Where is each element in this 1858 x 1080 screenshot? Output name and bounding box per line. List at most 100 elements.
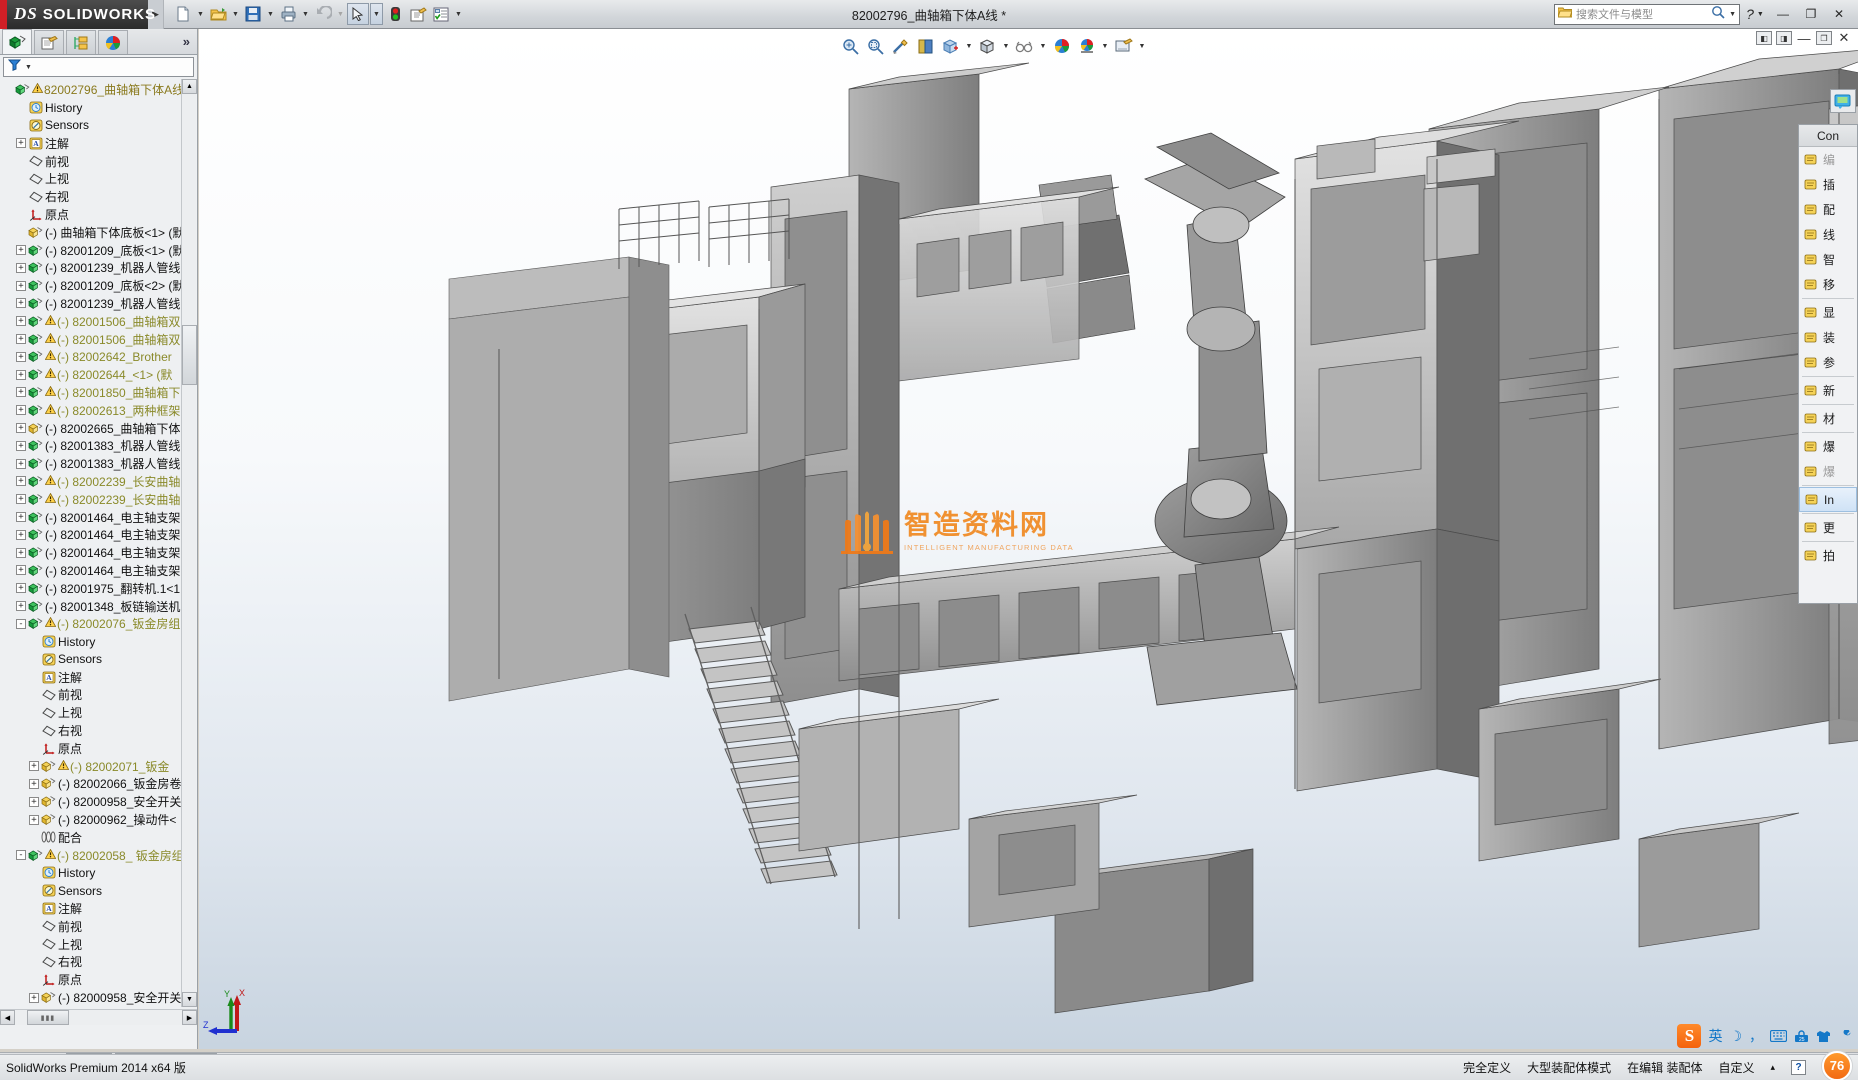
tree-item[interactable]: +(-) 82000958_安全开关 xyxy=(0,989,182,1007)
tree-item[interactable]: +(-) 82000962_操动件< xyxy=(0,1006,182,1007)
tree-scroll-up-button[interactable]: ▲ xyxy=(182,79,197,94)
status-customize[interactable]: 自定义 xyxy=(1718,1059,1754,1076)
tree-collapse-icon[interactable]: - xyxy=(16,850,26,860)
tree-item[interactable]: +(-) 82001209_底板<1> (默 xyxy=(0,241,182,259)
tree-item[interactable]: +A注解 xyxy=(0,134,182,152)
tree-item[interactable]: +(-) 82001383_机器人管线 xyxy=(0,437,182,455)
tree-item[interactable]: +(-) 82001850_曲轴箱下 xyxy=(0,384,182,402)
tree-item[interactable]: 前视 xyxy=(0,917,182,935)
doc-restore-button[interactable]: ❐ xyxy=(1816,31,1832,45)
sidebar-item-property-manager-tab[interactable] xyxy=(34,30,64,54)
tree-expand-icon[interactable]: + xyxy=(16,405,26,415)
context-item-smart-fasteners[interactable]: 智 xyxy=(1799,247,1857,272)
tree-item[interactable]: +(-) 82001464_电主轴支架 xyxy=(0,562,182,580)
tree-expand-icon[interactable]: + xyxy=(29,993,39,1003)
context-item-reference-geometry[interactable]: 参 xyxy=(1799,350,1857,375)
tree-item[interactable]: +(-) 82002665_曲轴箱下体 xyxy=(0,419,182,437)
tree-expand-icon[interactable]: + xyxy=(29,815,39,825)
ime-toolbox-icon[interactable]: 25 xyxy=(1794,1030,1809,1043)
view-orientation-caret[interactable]: ▼ xyxy=(964,35,974,57)
context-item-move-component[interactable]: 移 xyxy=(1799,272,1857,297)
tree-horizontal-scrollbar[interactable]: ◀ ▮▮▮ ▶ xyxy=(0,1009,197,1025)
tree-scroll-thumb[interactable] xyxy=(182,325,197,385)
graphics-area[interactable]: ▼ ▼ ▼ ▼ ▼ ◧ ◨ — ❐ xyxy=(199,29,1858,1049)
context-item-show-hidden[interactable]: 显 xyxy=(1799,300,1857,325)
context-item-assembly-features[interactable]: 装 xyxy=(1799,325,1857,350)
ime-moon-icon[interactable]: ☽ xyxy=(1729,1028,1742,1045)
tree-item[interactable]: 82002796_曲轴箱下体A线 xyxy=(0,81,182,99)
tree-expand-icon[interactable]: + xyxy=(29,761,39,771)
feature-manager-more-button[interactable]: » xyxy=(183,34,197,49)
rebuild-icon[interactable] xyxy=(384,3,406,25)
help-button[interactable]: ? ▼ xyxy=(1742,3,1768,25)
context-panel-list[interactable]: 编插配线智移显装参新材爆爆In更拍 xyxy=(1799,147,1857,568)
tree-item[interactable]: Sensors xyxy=(0,117,182,135)
tree-expand-icon[interactable]: + xyxy=(16,245,26,255)
tree-expand-icon[interactable]: + xyxy=(16,298,26,308)
view-settings-caret[interactable]: ▼ xyxy=(1100,35,1110,57)
zoom-to-fit-icon[interactable] xyxy=(839,35,862,57)
tree-item[interactable]: +(-) 82001239_机器人管线 xyxy=(0,295,182,313)
tree-item[interactable]: 上视 xyxy=(0,935,182,953)
print-caret[interactable]: ▼ xyxy=(300,3,311,25)
tree-item[interactable]: 前视 xyxy=(0,686,182,704)
context-item-instant3d[interactable]: In xyxy=(1799,487,1857,512)
tree-item[interactable]: A注解 xyxy=(0,900,182,918)
tree-item[interactable]: 原点 xyxy=(0,739,182,757)
sogou-logo-icon[interactable]: S xyxy=(1677,1024,1701,1048)
context-panel-tab[interactable] xyxy=(1830,89,1856,113)
save-icon[interactable] xyxy=(242,3,264,25)
tree-item[interactable]: 右视 xyxy=(0,722,182,740)
tree-item[interactable]: +(-) 82001506_曲轴箱双 xyxy=(0,330,182,348)
ime-keyboard-icon[interactable] xyxy=(1770,1030,1787,1042)
tree-expand-icon[interactable]: + xyxy=(16,263,26,273)
sidebar-item-configuration-manager-tab[interactable] xyxy=(66,30,96,54)
view-settings-icon[interactable] xyxy=(1075,35,1098,57)
context-item-bill-of-materials[interactable]: 材 xyxy=(1799,406,1857,431)
context-item-new-motion-study[interactable]: 新 xyxy=(1799,378,1857,403)
tile-left-button[interactable]: ◧ xyxy=(1756,31,1772,45)
tree-expand-icon[interactable]: + xyxy=(16,316,26,326)
tree-expand-icon[interactable]: + xyxy=(16,583,26,593)
tree-item[interactable]: +(-) 82002239_长安曲轴 xyxy=(0,490,182,508)
search-caret[interactable]: ▼ xyxy=(1729,11,1736,18)
tree-item[interactable]: +(-) 82001239_机器人管线 xyxy=(0,259,182,277)
tree-item[interactable]: +(-) 82002644_<1> (默 xyxy=(0,366,182,384)
tree-collapse-icon[interactable]: - xyxy=(16,619,26,629)
tree-item[interactable]: +(-) 82002066_钣金房卷 xyxy=(0,775,182,793)
options-icon[interactable] xyxy=(407,3,429,25)
context-item-explode-line-sketch[interactable]: 爆 xyxy=(1799,459,1857,484)
open-document-caret[interactable]: ▼ xyxy=(230,3,241,25)
tree-expand-icon[interactable]: + xyxy=(16,512,26,522)
tree-item[interactable]: +(-) 82001464_电主轴支架 xyxy=(0,544,182,562)
doc-minimize-button[interactable]: — xyxy=(1796,31,1812,45)
search-icon[interactable] xyxy=(1711,5,1725,24)
feature-tree[interactable]: 82002796_曲轴箱下体A线HistorySensors+A注解前视上视右视… xyxy=(0,79,182,1007)
tree-expand-icon[interactable]: + xyxy=(16,334,26,344)
select-icon[interactable] xyxy=(347,3,369,25)
tree-item[interactable]: +(-) 82000958_安全开关 xyxy=(0,793,182,811)
tree-expand-icon[interactable]: + xyxy=(16,387,26,397)
context-item-take-snapshot[interactable]: 拍 xyxy=(1799,543,1857,568)
tile-right-button[interactable]: ◨ xyxy=(1776,31,1792,45)
tree-item[interactable]: +(-) 82001348_板链输送机 xyxy=(0,597,182,615)
tree-expand-icon[interactable]: + xyxy=(16,601,26,611)
tree-item[interactable]: +(-) 82002071_钣金 xyxy=(0,757,182,775)
tree-expand-icon[interactable]: + xyxy=(16,423,26,433)
tree-item[interactable]: History xyxy=(0,633,182,651)
section-view-icon[interactable] xyxy=(914,35,937,57)
display-style-icon[interactable] xyxy=(976,35,999,57)
ime-settings-icon[interactable] xyxy=(1838,1030,1852,1043)
tree-expand-icon[interactable]: + xyxy=(16,530,26,540)
hide-show-items-icon[interactable] xyxy=(1013,35,1036,57)
settings-icon[interactable] xyxy=(430,3,452,25)
tree-scroll-right-button[interactable]: ▶ xyxy=(182,1010,197,1025)
tree-expand-icon[interactable]: + xyxy=(16,370,26,380)
view-orientation-icon[interactable] xyxy=(939,35,962,57)
ime-punctuation-icon[interactable]: ， xyxy=(1749,1026,1763,1046)
tree-expand-icon[interactable]: + xyxy=(16,476,26,486)
tree-item[interactable]: 右视 xyxy=(0,953,182,971)
hide-show-items-caret[interactable]: ▼ xyxy=(1038,35,1048,57)
help-caret[interactable]: ▼ xyxy=(1757,11,1764,18)
tree-expand-icon[interactable]: + xyxy=(16,352,26,362)
